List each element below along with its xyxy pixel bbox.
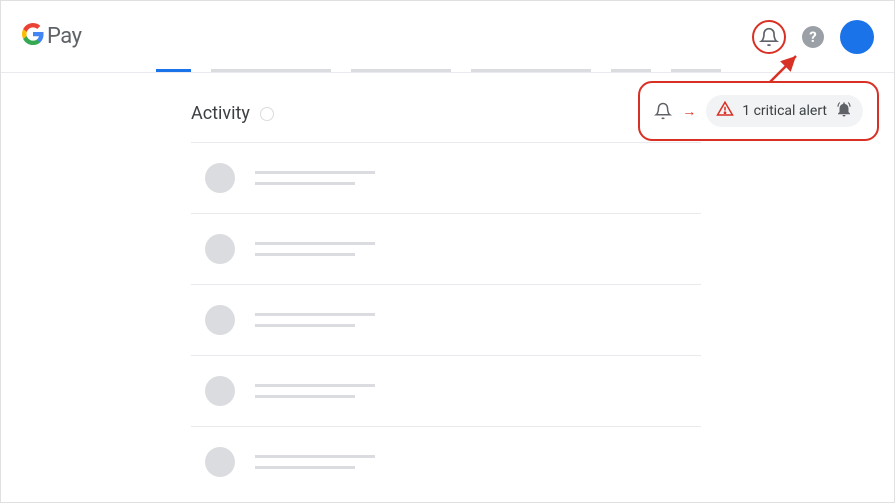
alert-label: 1 critical alert <box>742 103 827 119</box>
logo-text: Pay <box>47 24 81 49</box>
bell-icon[interactable] <box>757 25 781 49</box>
help-icon[interactable]: ? <box>802 26 824 48</box>
item-avatar-placeholder <box>205 234 235 264</box>
list-item[interactable] <box>191 356 701 427</box>
main-content: Activity <box>1 73 701 497</box>
header-actions: ? <box>752 20 874 54</box>
tab-6[interactable] <box>671 69 721 72</box>
loading-spinner-icon <box>260 107 274 121</box>
notifications-highlight <box>752 20 786 54</box>
tab-1[interactable] <box>156 69 191 72</box>
bell-ringing-icon <box>835 100 853 122</box>
item-avatar-placeholder <box>205 447 235 477</box>
list-item[interactable] <box>191 143 701 214</box>
list-item[interactable] <box>191 214 701 285</box>
item-avatar-placeholder <box>205 163 235 193</box>
item-text-placeholder <box>255 171 375 185</box>
nav-tabs <box>156 69 721 72</box>
item-text-placeholder <box>255 313 375 327</box>
tab-3[interactable] <box>351 69 451 72</box>
critical-alert-chip[interactable]: 1 critical alert <box>706 95 863 127</box>
tab-4[interactable] <box>471 69 591 72</box>
alert-callout: → 1 critical alert <box>638 81 879 141</box>
activity-list <box>191 143 701 497</box>
list-item[interactable] <box>191 427 701 497</box>
gpay-logo: Pay <box>21 22 81 52</box>
tab-2[interactable] <box>211 69 331 72</box>
item-text-placeholder <box>255 455 375 469</box>
arrow-right-icon: → <box>682 103 696 120</box>
list-item[interactable] <box>191 285 701 356</box>
item-text-placeholder <box>255 384 375 398</box>
section-header: Activity <box>191 103 701 143</box>
avatar[interactable] <box>840 20 874 54</box>
item-avatar-placeholder <box>205 305 235 335</box>
app-header: Pay ? <box>1 1 894 73</box>
page-title: Activity <box>191 103 250 124</box>
google-g-icon <box>21 22 45 52</box>
item-text-placeholder <box>255 242 375 256</box>
bell-icon <box>654 102 672 120</box>
tab-5[interactable] <box>611 69 651 72</box>
item-avatar-placeholder <box>205 376 235 406</box>
warning-icon <box>716 100 734 122</box>
